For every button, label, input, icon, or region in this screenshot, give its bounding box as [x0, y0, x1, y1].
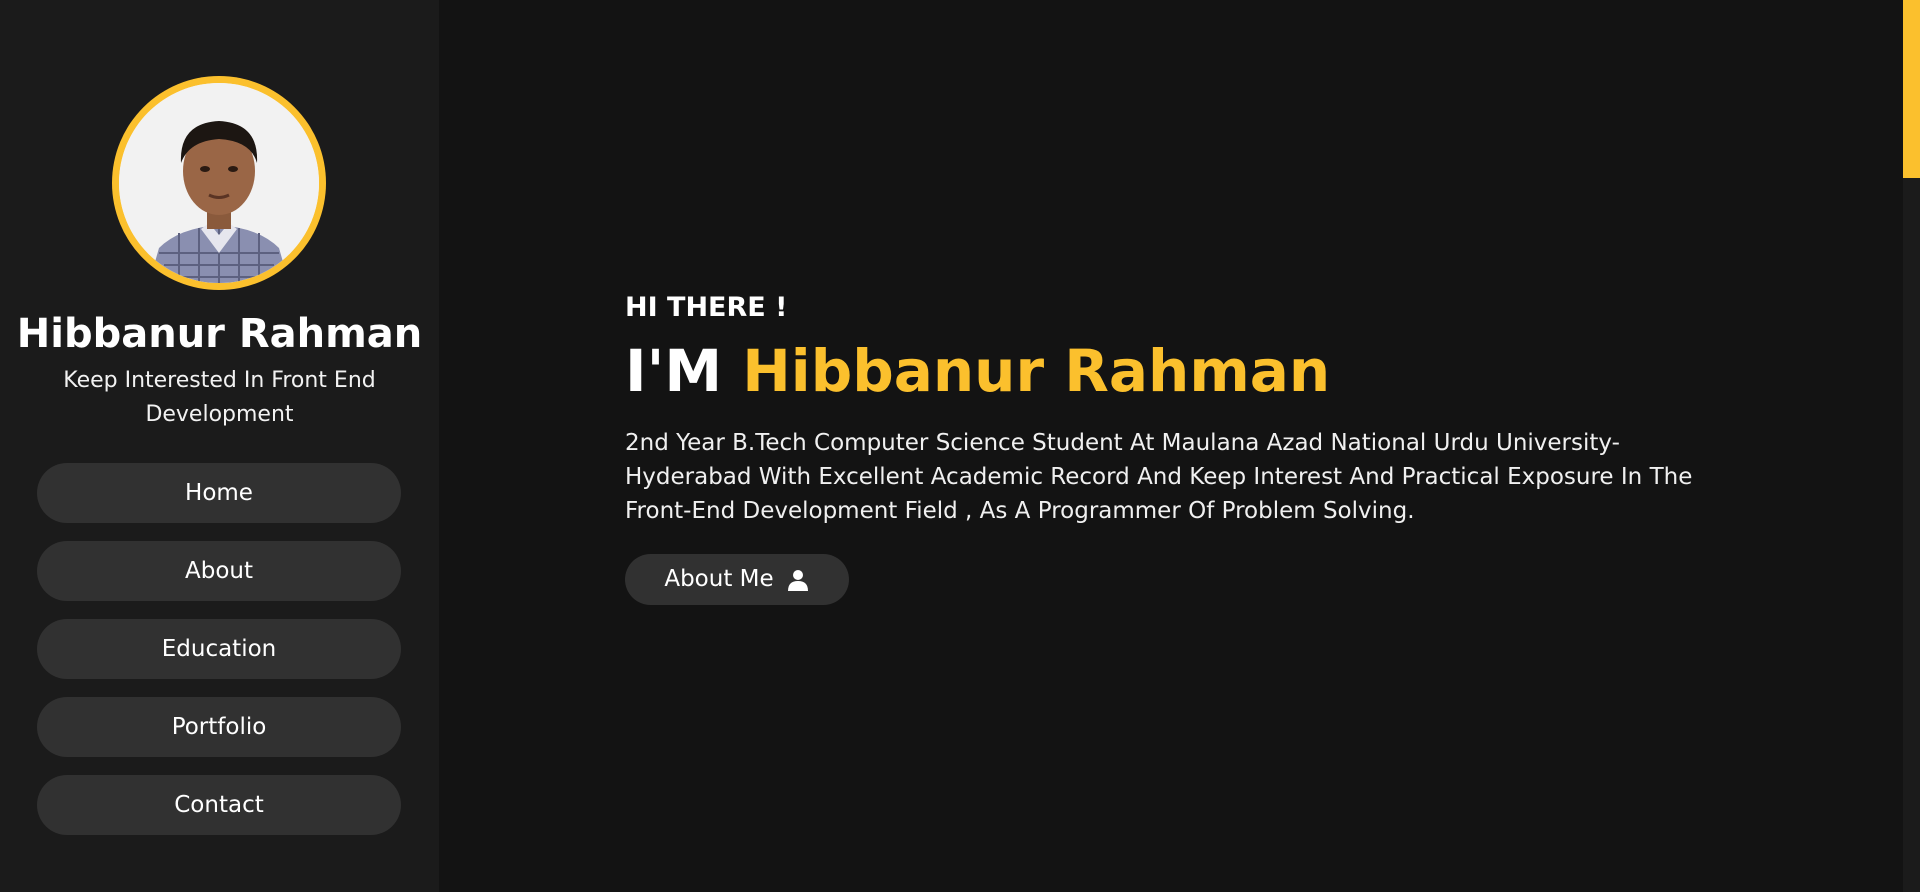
nav-education[interactable]: Education — [37, 619, 401, 679]
about-me-button[interactable]: About Me — [625, 554, 849, 605]
hero-greeting: HI THERE ! — [625, 292, 788, 323]
hero-headline: I'M Hibbanur Rahman — [625, 335, 1330, 407]
scrollbar-track[interactable] — [1903, 0, 1920, 892]
scrollbar-thumb[interactable] — [1903, 0, 1920, 178]
nav-portfolio[interactable]: Portfolio — [37, 697, 401, 757]
headline-prefix: I'M — [625, 337, 723, 405]
sidebar-name: Hibbanur Rahman — [16, 311, 423, 357]
nav-home[interactable]: Home — [37, 463, 401, 523]
headline-name: Hibbanur Rahman — [742, 337, 1331, 405]
nav-about[interactable]: About — [37, 541, 401, 601]
avatar — [119, 83, 319, 283]
hero-intro: 2nd Year B.Tech Computer Science Student… — [625, 430, 1693, 524]
profile-photo — [119, 83, 319, 283]
nav-contact[interactable]: Contact — [37, 775, 401, 835]
user-icon — [786, 568, 810, 592]
sidebar-tagline: Keep Interested In Front End Development — [63, 368, 376, 427]
sidebar: Hibbanur Rahman Keep Interested In Front… — [0, 0, 439, 892]
sidebar-nav: Home About Education Portfolio Contact — [37, 463, 401, 853]
avatar-ring — [112, 76, 326, 290]
hero-section: HI THERE ! I'M Hibbanur Rahman 2nd Year … — [439, 0, 1903, 892]
about-me-label: About Me — [664, 566, 774, 592]
